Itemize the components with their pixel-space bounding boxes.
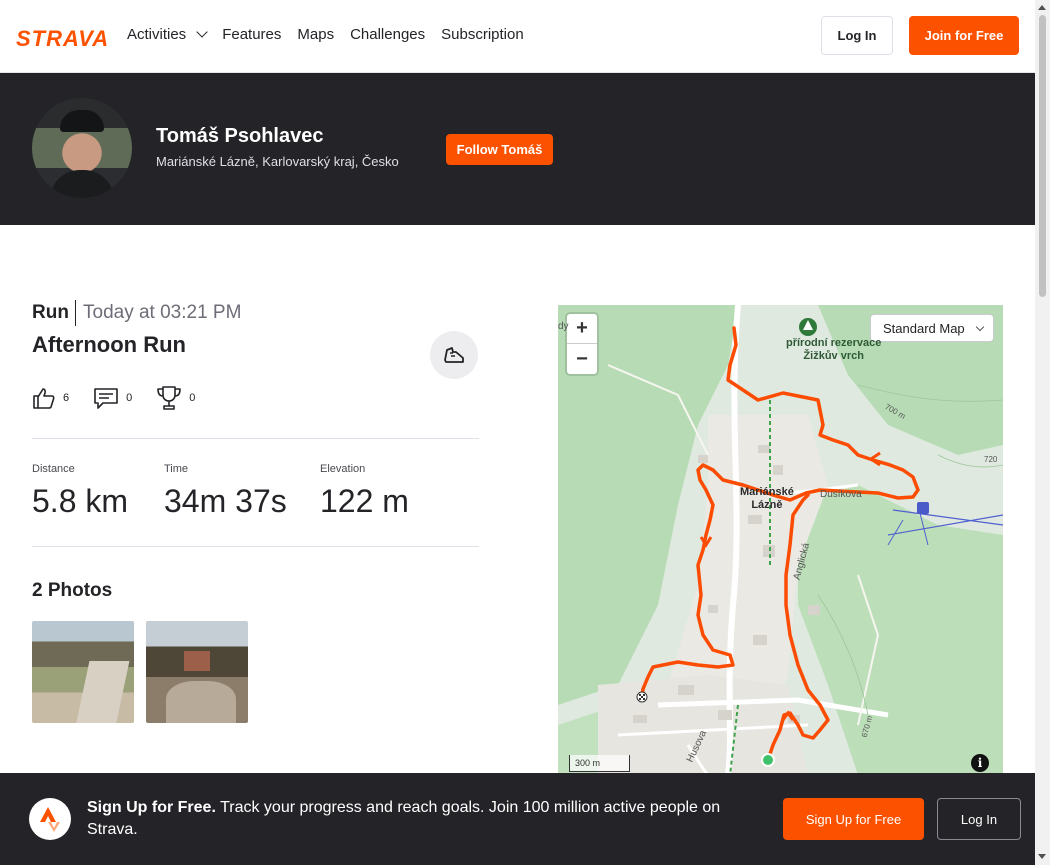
shoe-icon[interactable] [430,331,478,379]
avatar-cap [60,110,104,132]
map-label-street: Dusíkova [820,489,862,500]
photo-thumbnail[interactable] [146,621,248,723]
page: STRAVA Activities Features Maps Challeng… [0,0,1050,865]
strava-logo-icon [29,798,71,840]
achievement-count: 0 [189,392,196,404]
athlete-name[interactable]: Tomáš Psohlavec [156,125,323,148]
nav-activities[interactable]: Activities [127,26,208,43]
signup-button[interactable]: Sign Up for Free [783,798,924,840]
map-scale: 300 m [569,755,630,772]
kudos[interactable]: 6 [32,385,69,411]
zoom-out-button[interactable]: − [567,344,597,374]
thumbs-up-icon [33,388,55,409]
nav-features[interactable]: Features [222,26,281,43]
stat-label: Time [164,463,189,475]
scroll-down-arrow-icon[interactable] [1038,854,1046,859]
stat-elevation: Elevation 122 m [320,463,409,520]
signup-banner: Sign Up for Free. Track your progress an… [0,773,1035,865]
scroll-thumb[interactable] [1039,15,1046,297]
activity-title: Afternoon Run [32,332,186,357]
stat-time: Time 34m 37s [164,463,287,520]
social-bar: 6 0 0 [32,385,219,411]
nav-maps[interactable]: Maps [297,26,334,43]
route-map[interactable]: + − Standard Map přírodní rezervace Žižk… [558,305,1003,775]
follow-button[interactable]: Follow Tomáš [446,134,553,165]
map-label-contour: 720 [984,455,998,464]
nav-activities-label: Activities [127,26,187,43]
athlete-location: Mariánské Lázně, Karlovarský kraj, Česko [156,154,399,169]
photo-detail [166,681,236,723]
stat-value: 122 m [320,483,409,519]
avatar[interactable] [32,98,132,198]
stat-distance: Distance 5.8 km [32,463,128,520]
trophy-icon [157,386,182,410]
divider [32,438,479,439]
comments[interactable]: 0 [93,385,132,411]
join-button[interactable]: Join for Free [909,16,1019,55]
top-nav: STRAVA Activities Features Maps Challeng… [0,0,1035,73]
activity-type: Run [32,302,69,323]
photo-detail [74,661,130,723]
banner-text: Sign Up for Free. Track your progress an… [87,797,757,841]
divider [32,546,479,547]
nav-links: Activities Features Maps Challenges Subs… [127,26,524,43]
activity-time: Today at 03:21 PM [83,302,242,323]
comment-count: 0 [126,392,133,404]
chevron-down-icon [975,322,984,331]
zoom-controls: + − [567,314,597,374]
scrollbar[interactable] [1035,0,1050,865]
map-label-town: Mariánské Lázně [740,486,794,511]
kudos-count: 6 [63,392,70,404]
stat-value: 5.8 km [32,483,129,519]
map-label-reserve: přírodní rezervace Žižkův vrch [786,337,882,362]
banner-headline: Sign Up for Free. [87,799,216,816]
photos-title: 2 Photos [32,580,113,601]
nav-challenges[interactable]: Challenges [350,26,425,43]
stat-label: Distance [32,463,75,475]
nav-subscription[interactable]: Subscription [441,26,524,43]
chevron-down-icon [196,26,208,38]
zoom-in-button[interactable]: + [567,314,597,344]
map-background [558,305,1003,775]
achievements[interactable]: 0 [156,385,195,411]
info-icon[interactable]: i [971,754,989,772]
login-button[interactable]: Log In [821,16,893,55]
map-style-label: Standard Map [883,320,965,336]
scroll-up-arrow-icon[interactable] [1038,5,1046,10]
divider [75,300,76,326]
banner-login-button[interactable]: Log In [937,798,1021,840]
strava-logo[interactable]: STRAVA [16,26,109,52]
stat-value: 34m 37s [164,483,287,519]
stat-label: Elevation [320,463,366,475]
photo-thumbnail[interactable] [32,621,134,723]
avatar-shirt [50,170,114,198]
comment-icon [94,388,118,409]
map-style-select[interactable]: Standard Map [870,314,994,342]
photo-detail [184,651,210,671]
map-label-edge: dy [558,321,569,332]
